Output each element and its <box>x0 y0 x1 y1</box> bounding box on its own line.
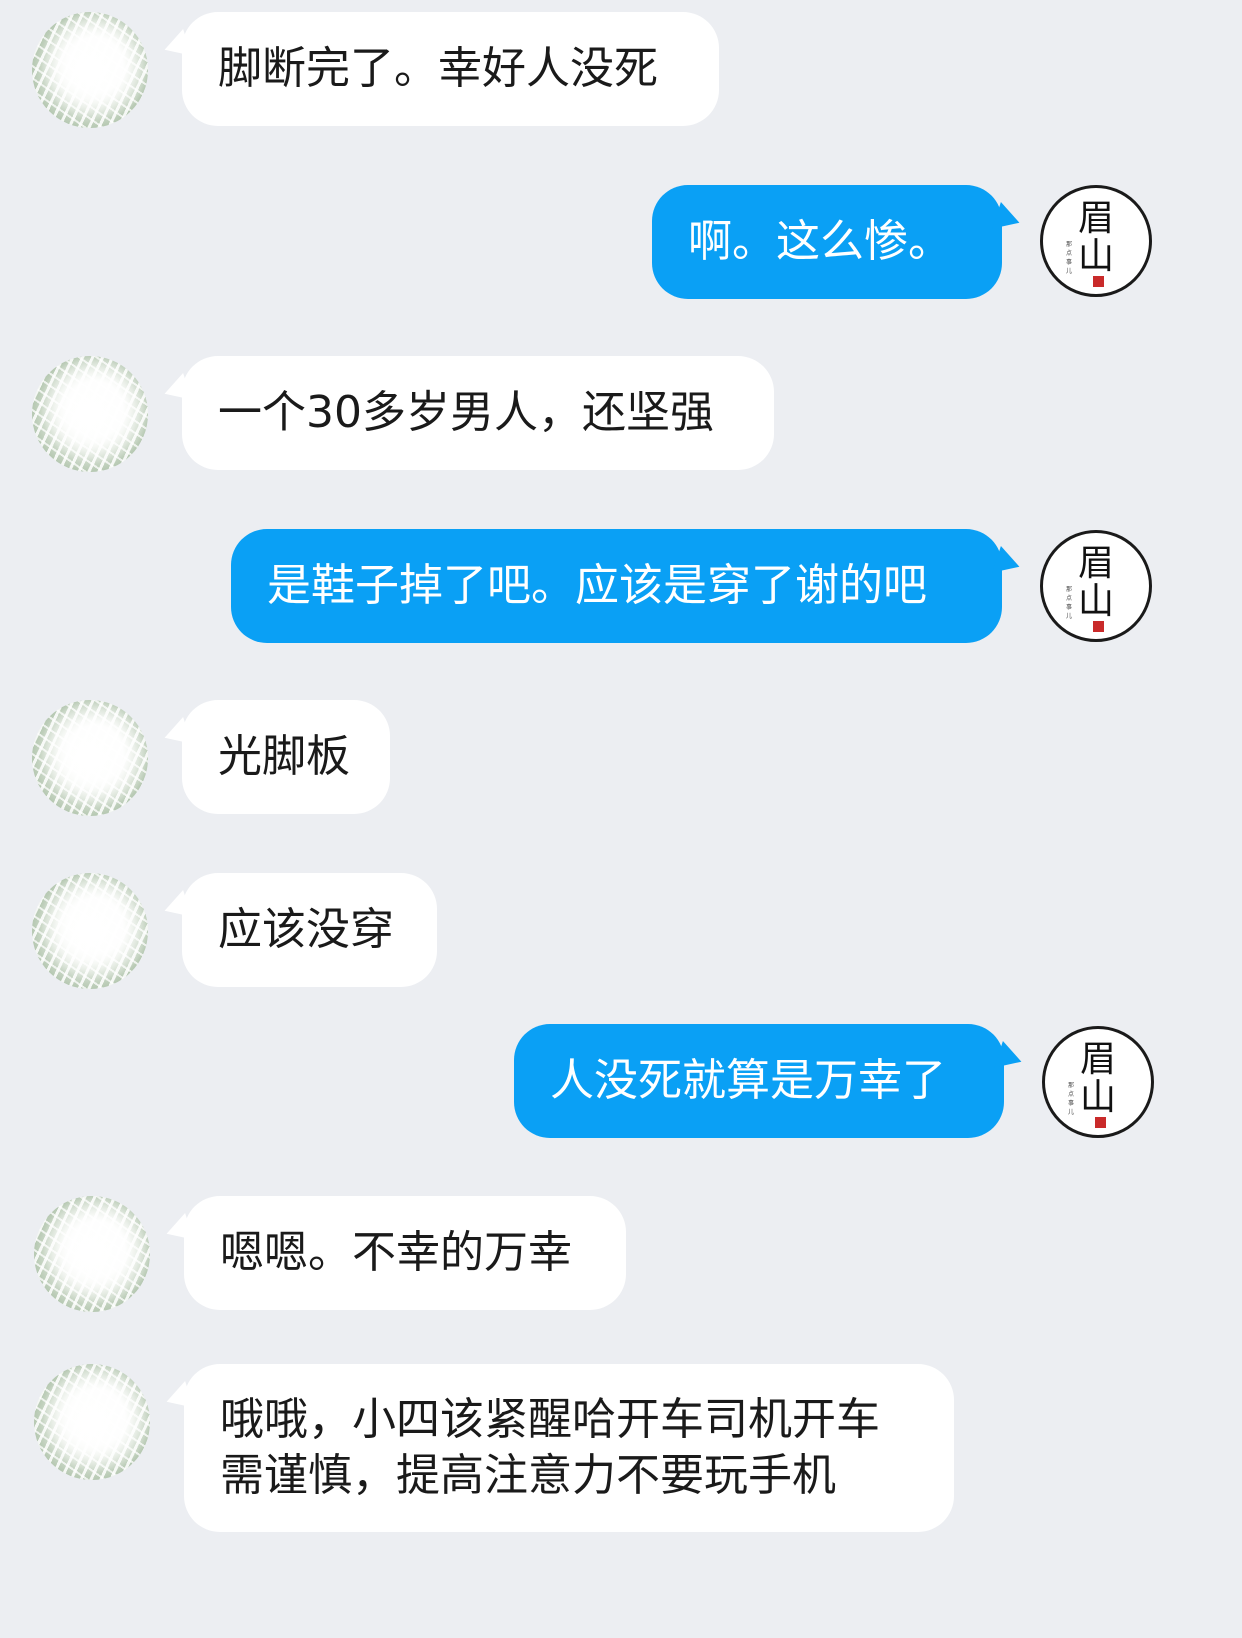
avatar-small-text: 那点事儿 <box>1068 1082 1075 1116</box>
message-text: 一个30多岁男人，还坚强 <box>218 387 714 438</box>
contact-avatar[interactable] <box>34 1364 150 1480</box>
avatar-seal-text: 眉 <box>1079 1039 1116 1080</box>
message-text: 哦哦，小四该紧醒哈开车司机开车需谨慎，提高注意力不要玩手机 <box>220 1394 880 1501</box>
avatar-seal-text: 眉 <box>1077 543 1114 584</box>
contact-avatar[interactable] <box>32 356 148 472</box>
message-text: 脚断完了。幸好人没死 <box>218 43 658 94</box>
message-bubble-incoming[interactable]: 脚断完了。幸好人没死 <box>182 12 719 126</box>
contact-avatar[interactable] <box>32 700 148 816</box>
message-text: 啊。这么惨。 <box>688 216 952 267</box>
self-avatar[interactable]: 眉 山 那点事儿 <box>1042 1026 1154 1138</box>
message-text: 应该没穿 <box>218 904 394 955</box>
seal-stamp-icon <box>1093 621 1104 632</box>
avatar-seal-text: 眉 <box>1077 198 1114 239</box>
contact-avatar[interactable] <box>32 873 148 989</box>
message-text: 嗯嗯。不幸的万幸 <box>220 1227 572 1278</box>
self-avatar[interactable]: 眉 山 那点事儿 <box>1040 185 1152 297</box>
message-text: 光脚板 <box>218 731 350 782</box>
message-bubble-incoming[interactable]: 光脚板 <box>182 700 390 814</box>
contact-avatar[interactable] <box>32 12 148 128</box>
avatar-small-text: 那点事儿 <box>1066 241 1073 275</box>
seal-stamp-icon <box>1095 1117 1106 1128</box>
message-bubble-outgoing[interactable]: 啊。这么惨。 <box>652 185 1002 299</box>
message-text: 人没死就算是万幸了 <box>550 1055 946 1106</box>
message-bubble-incoming[interactable]: 应该没穿 <box>182 873 437 987</box>
avatar-small-text: 那点事儿 <box>1066 586 1073 620</box>
message-bubble-incoming[interactable]: 哦哦，小四该紧醒哈开车司机开车需谨慎，提高注意力不要玩手机 <box>184 1364 954 1532</box>
self-avatar[interactable]: 眉 山 那点事儿 <box>1040 530 1152 642</box>
avatar-seal-text: 山 <box>1079 1077 1116 1118</box>
message-bubble-outgoing[interactable]: 是鞋子掉了吧。应该是穿了谢的吧 <box>231 529 1002 643</box>
seal-stamp-icon <box>1093 276 1104 287</box>
contact-avatar[interactable] <box>34 1196 150 1312</box>
avatar-seal-text: 山 <box>1077 581 1114 622</box>
message-text: 是鞋子掉了吧。应该是穿了谢的吧 <box>267 560 927 611</box>
avatar-seal-text: 山 <box>1077 236 1114 277</box>
message-bubble-incoming[interactable]: 嗯嗯。不幸的万幸 <box>184 1196 626 1310</box>
message-bubble-incoming[interactable]: 一个30多岁男人，还坚强 <box>182 356 774 470</box>
message-bubble-outgoing[interactable]: 人没死就算是万幸了 <box>514 1024 1004 1138</box>
